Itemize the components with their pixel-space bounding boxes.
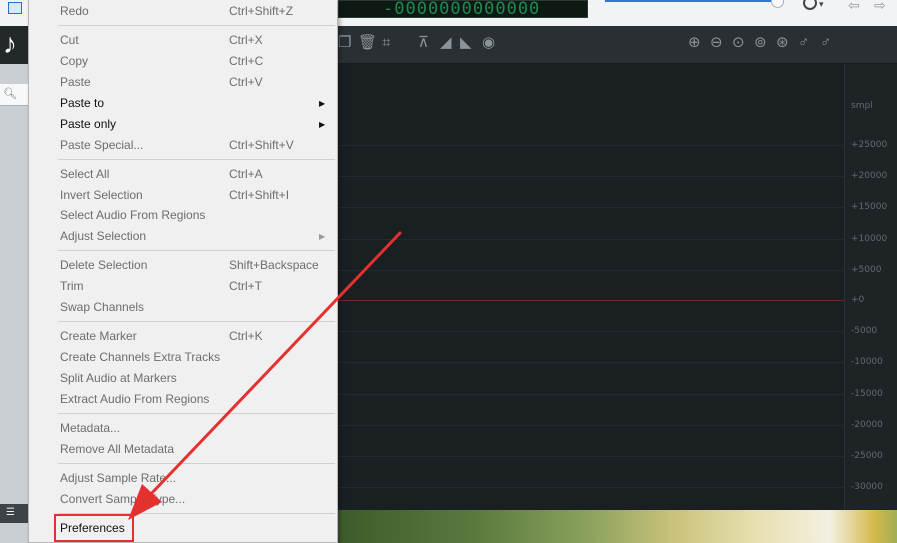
grid-line [336,487,844,488]
waveform-toolbar: ❐ 🗑︎ ⌗ ⊼ ◢ ◣ ◉ ⊕ ⊖ ⊙ ⊚ ⊛ ♂ ♂ [336,26,897,64]
align-icon[interactable]: ⊼ [418,35,429,51]
scale-label: -5000 [851,326,878,336]
menu-item-metadata[interactable]: Metadata... [29,418,337,439]
menu-separator [58,250,335,251]
scale-label: -30000 [851,482,883,492]
menu-item-preferences[interactable]: Preferences [29,518,337,539]
menu-separator [58,25,335,26]
zoom-fit-icon[interactable]: ⊚ [754,35,767,51]
menu-item-cut[interactable]: Cut Ctrl+X [29,30,337,51]
scale-label: -15000 [851,389,883,399]
grid-line [336,331,844,332]
list-icon[interactable]: ☰ [6,507,15,518]
copy-icon[interactable]: ❐ [338,35,351,51]
grid-line [336,456,844,457]
menu-item-remove-all-metadata[interactable]: Remove All Metadata [29,439,337,460]
menu-item-paste-to[interactable]: Paste to ▶ [29,93,337,114]
zoom-vertical-out-icon[interactable]: ♂ [820,35,831,51]
menu-item-extract-audio-from-regions[interactable]: Extract Audio From Regions [29,389,337,410]
zoom-selection-icon[interactable]: ⊙ [732,35,745,51]
menu-separator [58,513,335,514]
scale-label: -25000 [851,451,883,461]
submenu-arrow-icon: ▶ [319,99,326,108]
menu-separator [58,413,335,414]
menu-separator [58,321,335,322]
menu-item-create-marker[interactable]: Create Marker Ctrl+K [29,326,337,347]
normalize-icon[interactable]: ◉ [482,35,495,51]
scale-label: -20000 [851,420,883,430]
scale-label: +25000 [851,140,888,150]
submenu-arrow-icon: ▶ [319,120,326,129]
menu-item-select-all[interactable]: Select All Ctrl+A [29,164,337,185]
menu-item-trim[interactable]: Trim Ctrl+T [29,276,337,297]
zoom-full-icon[interactable]: ⊛ [776,35,789,51]
menu-item-copy[interactable]: Copy Ctrl+C [29,51,337,72]
left-sidebar: ♪ 🔍︎ ☰ [0,26,28,543]
menu-item-split-audio-at-markers[interactable]: Split Audio at Markers [29,368,337,389]
submenu-arrow-icon: ▶ [319,232,326,241]
scale-label: +10000 [851,234,888,244]
zoom-out-icon[interactable]: ⊖ [710,35,723,51]
menu-item-invert-selection[interactable]: Invert Selection Ctrl+Shift+I [29,185,337,206]
window-icon [8,2,22,14]
fade-in-icon[interactable]: ◢ [440,35,452,51]
search-icon: 🔍︎ [3,88,17,100]
grid-line [336,394,844,395]
scale-label: +0 [851,295,865,305]
amplitude-scale: smpl +25000 +20000 +15000 +10000 +5000 +… [844,64,897,510]
grid-line [336,176,844,177]
time-display: -0000000000000 [338,0,588,18]
crop-icon[interactable]: ⌗ [382,35,390,51]
desktop-background [336,510,897,543]
menu-item-paste-only[interactable]: Paste only ▶ [29,114,337,135]
menu-item-convert-sample-type[interactable]: Convert Sample Type... [29,489,337,510]
menu-item-delete-selection[interactable]: Delete Selection Shift+Backspace [29,255,337,276]
fade-out-icon[interactable]: ◣ [460,35,472,51]
clock-icon[interactable] [803,0,817,10]
menu-item-adjust-sample-rate[interactable]: Adjust Sample Rate... [29,468,337,489]
music-note-icon: ♪ [3,28,17,59]
volume-slider-handle[interactable] [771,0,784,8]
volume-slider[interactable] [605,0,781,2]
scale-label: -10000 [851,357,883,367]
menu-item-create-channels-extra-tracks[interactable]: Create Channels Extra Tracks [29,347,337,368]
grid-line [336,270,844,271]
menu-item-redo[interactable]: Redo Ctrl+Shift+Z [29,1,337,22]
menu-item-swap-channels[interactable]: Swap Channels [29,297,337,318]
menu-separator [58,159,335,160]
zero-line [336,300,844,301]
scale-label: +20000 [851,171,888,181]
arrow-left-icon[interactable]: ⇦ [848,0,860,14]
zoom-vertical-in-icon[interactable]: ♂ [798,35,809,51]
grid-line [336,239,844,240]
sidebar-header: ♪ [0,26,28,64]
scale-label: +5000 [851,265,882,275]
trash-icon[interactable]: 🗑︎ [358,35,377,51]
search-input[interactable]: 🔍︎ [0,84,28,106]
zoom-in-icon[interactable]: ⊕ [688,35,701,51]
scale-label: +15000 [851,202,888,212]
waveform-canvas[interactable] [336,64,844,510]
scale-unit: smpl [851,101,873,111]
chevron-down-icon[interactable]: ▾ [819,0,824,10]
grid-line [336,145,844,146]
menu-item-paste-special[interactable]: Paste Special... Ctrl+Shift+V [29,135,337,156]
menu-item-select-audio-from-regions[interactable]: Select Audio From Regions [29,205,337,226]
menu-item-adjust-selection[interactable]: Adjust Selection ▶ [29,226,337,247]
sidebar-footer: ☰ [0,504,28,523]
menu-separator [58,463,335,464]
edit-menu: Redo Ctrl+Shift+Z Cut Ctrl+X Copy Ctrl+C… [28,0,338,543]
menu-item-paste[interactable]: Paste Ctrl+V [29,72,337,93]
grid-line [336,207,844,208]
grid-line [336,425,844,426]
arrow-right-icon[interactable]: ⇨ [874,0,886,14]
grid-line [336,362,844,363]
